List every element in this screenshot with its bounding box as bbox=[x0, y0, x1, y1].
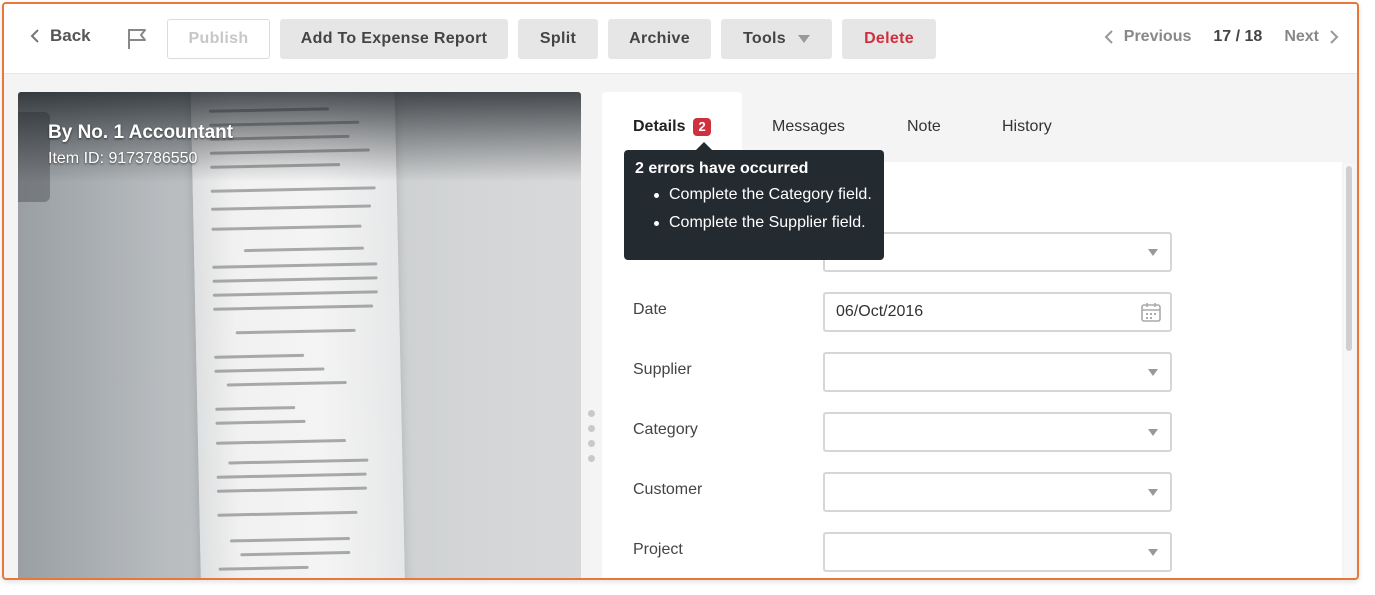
category-row: Category bbox=[602, 412, 1202, 452]
pager: Previous 17 / 18 Next bbox=[1104, 28, 1339, 46]
error-tooltip: 2 errors have occurred Complete the Cate… bbox=[624, 142, 884, 260]
caret-down-icon bbox=[1148, 249, 1158, 256]
split-button[interactable]: Split bbox=[518, 19, 598, 59]
supplier-select[interactable] bbox=[823, 352, 1172, 392]
tab-history[interactable]: History bbox=[1002, 92, 1052, 162]
chevron-right-icon bbox=[1330, 30, 1339, 44]
customer-row: Customer bbox=[602, 472, 1202, 512]
next-button[interactable]: Next bbox=[1284, 28, 1339, 46]
error-item: Complete the Category field. bbox=[635, 186, 873, 204]
date-row: Date 06/Oct/2016 bbox=[602, 292, 1202, 332]
tools-dropdown-button[interactable]: Tools bbox=[721, 19, 832, 59]
archive-button[interactable]: Archive bbox=[608, 19, 711, 59]
supplier-row: Supplier bbox=[602, 352, 1202, 392]
project-label: Project bbox=[633, 541, 683, 558]
caret-down-icon bbox=[1148, 429, 1158, 436]
form-scrollbar[interactable] bbox=[1344, 164, 1354, 578]
tools-label: Tools bbox=[743, 30, 786, 47]
back-button[interactable]: Back bbox=[30, 26, 91, 46]
page-count: 17 / 18 bbox=[1213, 28, 1263, 45]
back-label: Back bbox=[50, 26, 91, 45]
chevron-left-icon bbox=[1104, 30, 1113, 44]
receipt-item-id: Item ID: 9173786550 bbox=[48, 150, 198, 167]
previous-button[interactable]: Previous bbox=[1104, 28, 1192, 46]
caret-down-icon bbox=[797, 35, 810, 43]
customer-label: Customer bbox=[633, 481, 703, 498]
caret-down-icon bbox=[1148, 369, 1158, 376]
scrollbar-thumb[interactable] bbox=[1346, 166, 1352, 351]
error-item: Complete the Supplier field. bbox=[635, 214, 873, 232]
project-select[interactable] bbox=[823, 532, 1172, 572]
caret-down-icon bbox=[1148, 549, 1158, 556]
details-panel: Details 2 Messages Note History pt Date … bbox=[602, 92, 1354, 578]
tab-details-label: Details bbox=[633, 118, 686, 135]
caret-down-icon bbox=[1148, 489, 1158, 496]
date-input[interactable]: 06/Oct/2016 bbox=[823, 292, 1172, 332]
error-count-badge: 2 bbox=[693, 118, 711, 136]
tab-note[interactable]: Note bbox=[907, 92, 941, 162]
previous-label: Previous bbox=[1123, 28, 1192, 45]
error-tooltip-title: 2 errors have occurred bbox=[635, 160, 809, 177]
app-window: Back Publish Add To Expense Report Split… bbox=[2, 2, 1359, 580]
receipt-image[interactable]: By No. 1 Accountant Item ID: 9173786550 bbox=[18, 92, 581, 578]
customer-select[interactable] bbox=[823, 472, 1172, 512]
supplier-label: Supplier bbox=[633, 361, 692, 378]
next-label: Next bbox=[1284, 28, 1319, 45]
category-label: Category bbox=[633, 421, 698, 438]
category-select[interactable] bbox=[823, 412, 1172, 452]
toolbar: Back Publish Add To Expense Report Split… bbox=[4, 4, 1357, 74]
date-value: 06/Oct/2016 bbox=[836, 303, 924, 320]
delete-button[interactable]: Delete bbox=[842, 19, 936, 59]
error-list: Complete the Category field. Complete th… bbox=[635, 186, 873, 232]
calendar-icon[interactable] bbox=[1140, 301, 1162, 328]
publish-button[interactable]: Publish bbox=[167, 19, 270, 59]
receipt-title: By No. 1 Accountant bbox=[48, 122, 234, 143]
add-to-expense-report-button[interactable]: Add To Expense Report bbox=[280, 19, 508, 59]
chevron-left-icon bbox=[30, 29, 39, 43]
date-label: Date bbox=[633, 301, 667, 318]
project-row: Project bbox=[602, 532, 1202, 572]
flag-icon[interactable] bbox=[126, 27, 148, 56]
panel-resize-handle[interactable] bbox=[588, 410, 596, 470]
